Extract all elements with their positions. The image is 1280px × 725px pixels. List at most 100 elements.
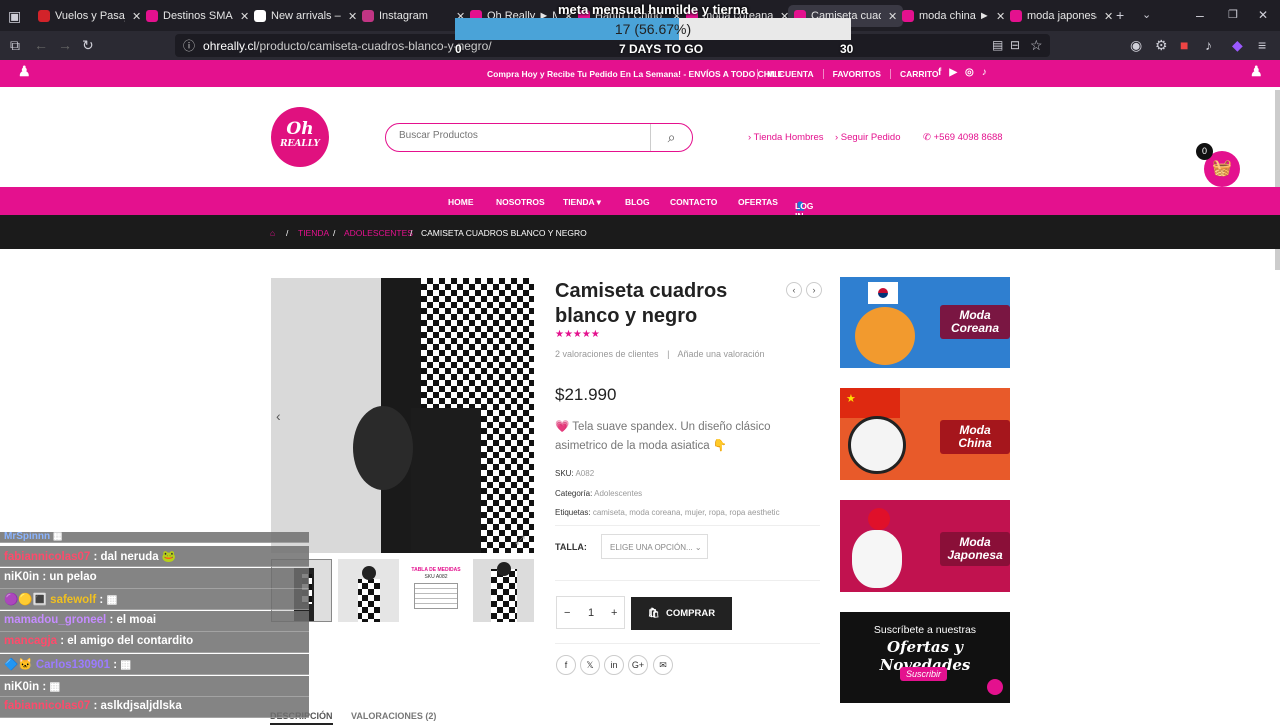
browser-tab[interactable]: Vuelos y Pasajes en✕	[32, 5, 147, 27]
increase-qty-button[interactable]: +	[611, 607, 617, 619]
nav-ofertas[interactable]: OFERTAS	[738, 197, 778, 207]
nav-contacto[interactable]: CONTACTO	[670, 197, 717, 207]
site-info-icon[interactable]: ⓘ	[183, 37, 195, 54]
search-input[interactable]	[399, 130, 649, 141]
breadcrumb-tienda[interactable]: TIENDA	[298, 228, 329, 238]
browser-tab[interactable]: moda china ► Oh R✕	[896, 5, 1011, 27]
home-icon[interactable]: ⌂	[270, 228, 275, 238]
forward-icon[interactable]: →	[58, 38, 72, 52]
extensions-icon[interactable]: ⚙	[1155, 38, 1168, 52]
nav-nosotros[interactable]: NOSOTROS	[496, 197, 545, 207]
subscribe-button[interactable]: Suscribir	[900, 667, 948, 681]
facebook-icon[interactable]: f	[938, 67, 941, 78]
size-label: TALLA:	[555, 542, 587, 552]
instagram-icon[interactable]: ◎	[965, 67, 974, 78]
email-share-icon[interactable]: ✉	[653, 655, 673, 675]
maximize-icon[interactable]: ❐	[1228, 8, 1238, 22]
tab-list-icon[interactable]: ⌄	[1142, 8, 1151, 22]
breadcrumb: ⌂ / TIENDA / ADOLESCENTES / CAMISETA CUA…	[0, 215, 1280, 249]
chat-message: niK0in : un pelao	[0, 568, 309, 589]
site-favicon	[38, 10, 50, 22]
add-review-link[interactable]: Añade una valoración	[677, 349, 764, 359]
chat-message: MrSpinnn ▦	[0, 532, 309, 543]
prev-product-icon[interactable]: ‹	[786, 282, 802, 298]
favorites-link[interactable]: FAVORITOS	[822, 69, 890, 79]
tags-links[interactable]: camiseta, moda coreana, mujer, ropa, rop…	[593, 508, 780, 517]
banner-moda-china[interactable]: ★ Moda China	[840, 388, 1010, 480]
minimize-icon[interactable]: –	[1196, 8, 1204, 22]
bookmark-star-icon[interactable]: ☆	[1030, 38, 1043, 52]
linkedin-share-icon[interactable]: in	[604, 655, 624, 675]
cart-button[interactable]: 🧺 0	[1196, 143, 1240, 187]
track-order-link[interactable]: › Seguir Pedido	[835, 132, 900, 143]
product-main-image[interactable]: ‹ ⤢	[271, 278, 534, 553]
nav-home[interactable]: HOME	[448, 197, 474, 207]
search-button[interactable]: ⌕	[650, 124, 692, 151]
product-title: Camiseta cuadros blanco y negro	[555, 280, 728, 327]
account-icon[interactable]: ◉	[1130, 38, 1142, 52]
product-thumbnail[interactable]	[338, 559, 399, 622]
top-promo-bar: ♟ Compra Hoy y Recibe Tu Pedido En La Se…	[0, 60, 1280, 87]
google-plus-share-icon[interactable]: G+	[628, 655, 648, 675]
sidebar-icon[interactable]: ⧉	[10, 38, 20, 52]
site-logo[interactable]: Oh REALLY	[271, 107, 329, 167]
reload-icon[interactable]: ↻	[82, 38, 94, 52]
tiktok-icon[interactable]: ♪	[982, 67, 987, 78]
category-row: Categoría: Adolescentes	[555, 489, 643, 498]
x-share-icon[interactable]: 𝕏	[580, 655, 600, 675]
category-link[interactable]: Adolescentes	[594, 489, 642, 498]
zoom-icon[interactable]: ⤢	[515, 533, 525, 548]
site-favicon	[146, 10, 158, 22]
site-favicon	[902, 10, 914, 22]
men-store-link[interactable]: › Tienda Hombres	[748, 132, 824, 143]
phone-link[interactable]: ✆ +569 4098 8688	[923, 132, 1003, 143]
divider	[555, 643, 820, 644]
breadcrumb-current: CAMISETA CUADROS BLANCO Y NEGRO	[421, 228, 587, 238]
browser-tab[interactable]: Destinos SMART: E✕	[140, 5, 255, 27]
browser-tab[interactable]: Instagram ✕	[356, 5, 471, 27]
extension-icon[interactable]: ■	[1180, 38, 1188, 52]
panda-mascot	[848, 416, 906, 474]
product-thumbnail[interactable]	[473, 559, 534, 622]
buy-button[interactable]: 🛍 COMPRAR	[631, 597, 732, 630]
facebook-share-icon[interactable]: f	[556, 655, 576, 675]
nav-tienda[interactable]: TIENDA ▾	[563, 197, 601, 208]
extension-icon[interactable]: ◆	[1232, 38, 1243, 52]
chat-message: fabiannicolas07 : dal neruda 🐸	[0, 546, 309, 567]
goal-progress-bar: 17 (56.67%)	[455, 18, 851, 40]
reviews-count-link[interactable]: 2 valoraciones de clientes	[555, 349, 659, 359]
breadcrumb-adolescentes[interactable]: ADOLESCENTES	[344, 228, 413, 238]
goal-max: 30	[840, 42, 854, 56]
youtube-icon[interactable]: ▶	[949, 67, 957, 78]
site-favicon	[254, 10, 266, 22]
quantity-value[interactable]: 1	[588, 607, 594, 619]
menu-icon[interactable]: ≡	[1258, 38, 1266, 52]
emote-icon: ▦	[49, 681, 61, 693]
new-tab-icon[interactable]: +	[1116, 8, 1124, 22]
tab-overview-icon[interactable]: ▣	[8, 9, 21, 23]
banner-moda-coreana[interactable]: Moda Coreana	[840, 277, 1010, 368]
my-account-link[interactable]: MI CUENTA	[757, 69, 823, 79]
decrease-qty-button[interactable]: −	[564, 607, 570, 619]
translate-icon[interactable]: ⊟	[1010, 38, 1020, 52]
banner-moda-japonesa[interactable]: Moda Japonesa	[840, 500, 1010, 592]
browser-tab[interactable]: New arrivals – Rese✕	[248, 5, 363, 27]
chat-message: 🟣🟡🔳 safewolf : ▦	[0, 589, 309, 610]
mascot-icon: ♟	[1250, 63, 1263, 79]
size-select[interactable]: ELIGE UNA OPCIÓN... ⌄	[601, 534, 708, 559]
nav-blog[interactable]: BLOG	[625, 197, 650, 207]
stream-chat-overlay: MrSpinnn ▦ fabiannicolas07 : dal neruda …	[0, 532, 309, 720]
prev-image-arrow-icon[interactable]: ‹	[276, 408, 281, 424]
phone-icon: ✆	[923, 132, 934, 143]
size-table-image	[414, 583, 458, 609]
reader-view-icon[interactable]: ▤	[992, 38, 1003, 52]
close-tab-icon[interactable]: ✕	[1104, 10, 1113, 23]
volume-icon[interactable]: ♪	[1205, 38, 1212, 52]
close-window-icon[interactable]: ✕	[1258, 8, 1268, 22]
banner-suscripcion[interactable]: Suscríbete a nuestras Ofertas y Novedade…	[840, 612, 1010, 703]
koi-mascot	[852, 530, 902, 588]
back-icon[interactable]: ←	[34, 38, 48, 52]
browser-tab[interactable]: moda japonesa ► O✕	[1004, 5, 1119, 27]
size-chart-thumbnail[interactable]: TABLA DE MEDIDAS SKU A082	[405, 559, 466, 622]
next-product-icon[interactable]: ›	[806, 282, 822, 298]
